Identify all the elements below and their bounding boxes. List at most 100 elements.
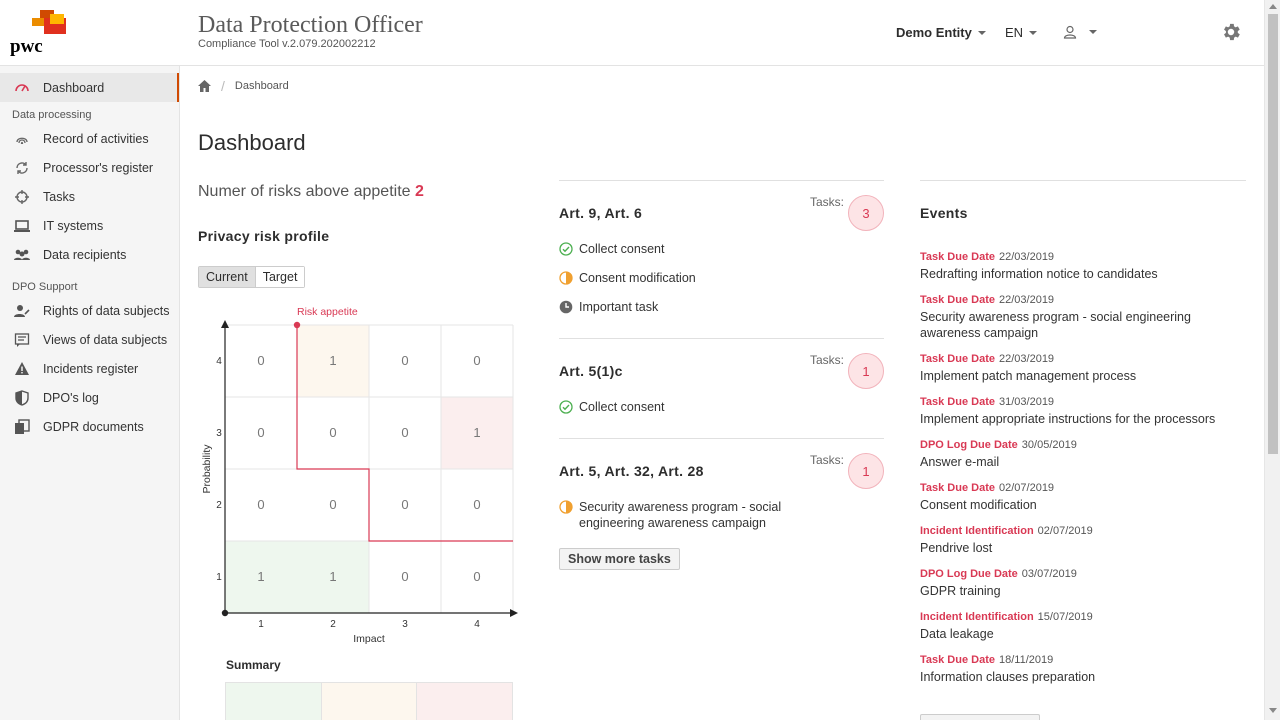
sidebar-item-gdpr-documents[interactable]: GDPR documents xyxy=(0,412,179,441)
sidebar-item-rights-of-data-subjects[interactable]: Rights of data subjects xyxy=(0,296,179,325)
event-type: Task Due Date xyxy=(920,294,995,306)
event-date: 22/03/2019 xyxy=(999,353,1055,365)
task-item[interactable]: Consent modification xyxy=(559,270,884,286)
vertical-scrollbar[interactable] xyxy=(1264,0,1280,720)
sidebar-item-data-recipients[interactable]: Data recipients xyxy=(0,240,179,269)
home-icon[interactable] xyxy=(198,80,211,92)
half-circle-icon xyxy=(559,271,573,285)
show-more-tasks-button[interactable]: Show more tasks xyxy=(559,548,680,570)
sidebar-item-label: Incidents register xyxy=(43,361,139,376)
event-description: GDPR training xyxy=(920,584,1001,598)
sidebar-item-record-of-activities[interactable]: Record of activities xyxy=(0,124,179,153)
sidebar-item-label: Dashboard xyxy=(43,80,105,95)
event-description: Security awareness program - social engi… xyxy=(920,310,1191,340)
task-label: Important task xyxy=(579,300,659,314)
scrollbar-thumb[interactable] xyxy=(1268,14,1278,454)
x-axis-arrow-icon xyxy=(510,609,518,617)
pwc-logo[interactable]: pwc xyxy=(10,10,70,57)
sidebar-section-dpo-support: DPO Support xyxy=(12,281,78,293)
risks-above-appetite: Numer of risks above appetite 2 xyxy=(198,183,424,201)
breadcrumb-current: Dashboard xyxy=(234,80,289,92)
event-item[interactable]: Task Due Date 31/03/2019 Implement approp… xyxy=(920,396,1246,427)
event-item[interactable]: Task Due Date 02/07/2019 Consent modifica… xyxy=(920,482,1246,513)
half-circle-icon xyxy=(559,500,573,514)
risk-matrix: Risk appetite 0 1 0 0 0 0 0 1 0 0 0 0 1 … xyxy=(201,306,518,645)
risks-above-appetite-label: Numer of risks above appetite xyxy=(198,183,411,200)
task-groups: Art. 9, Art. 6 Tasks: 3 Collect consent … xyxy=(559,180,884,570)
sidebar-item-it-systems[interactable]: IT systems xyxy=(0,211,179,240)
task-item[interactable]: Collect consent xyxy=(559,241,884,257)
settings-gear-icon[interactable] xyxy=(1220,21,1242,43)
profile-toggle: Current Target xyxy=(198,266,306,288)
event-type: Incident Identification xyxy=(920,525,1034,537)
event-description: Answer e-mail xyxy=(920,455,1000,469)
show-more-events-button[interactable] xyxy=(920,714,1040,720)
task-label: Collect consent xyxy=(579,400,665,414)
scroll-down-icon[interactable] xyxy=(1269,708,1277,713)
matrix-cell-p2-i4: 0 xyxy=(473,497,480,512)
x-tick: 2 xyxy=(330,619,336,630)
task-item[interactable]: Collect consent xyxy=(559,399,884,415)
matrix-cell-p3-i3: 0 xyxy=(401,425,408,440)
warning-icon xyxy=(12,360,32,378)
event-type: DPO Log Due Date xyxy=(920,568,1018,580)
task-count-badge: 3 xyxy=(848,195,884,231)
event-date: 31/03/2019 xyxy=(999,396,1055,408)
event-date: 18/11/2019 xyxy=(999,654,1054,666)
event-item[interactable]: DPO Log Due Date 03/07/2019 GDPR training xyxy=(920,568,1246,599)
task-item[interactable]: Security awareness program - social engi… xyxy=(559,499,849,531)
x-tick: 1 xyxy=(258,619,264,630)
event-item[interactable]: DPO Log Due Date 30/05/2019 Answer e-mail xyxy=(920,439,1246,470)
event-item[interactable]: Task Due Date 18/11/2019 Information clau… xyxy=(920,654,1246,685)
sidebar-item-dpos-log[interactable]: DPO's log xyxy=(0,383,179,412)
sidebar-item-label: Rights of data subjects xyxy=(43,303,170,318)
fingerprint-icon xyxy=(12,130,32,148)
task-item[interactable]: Important task xyxy=(559,299,884,315)
scroll-up-icon[interactable] xyxy=(1269,4,1277,9)
event-description: Consent modification xyxy=(920,498,1037,512)
page-title: Dashboard xyxy=(198,130,306,155)
x-tick: 3 xyxy=(402,619,408,630)
entity-dropdown[interactable]: Demo Entity xyxy=(896,25,986,40)
sidebar-section-processing: Data processing xyxy=(12,109,92,121)
y-tick: 3 xyxy=(216,428,222,439)
sidebar-item-incidents-register[interactable]: Incidents register xyxy=(0,354,179,383)
toggle-current-button[interactable]: Current xyxy=(199,267,256,287)
toggle-target-button[interactable]: Target xyxy=(255,267,305,287)
shield-icon xyxy=(12,389,32,407)
language-label: EN xyxy=(1005,25,1024,40)
group-icon xyxy=(12,246,32,264)
events-panel: Events Task Due Date 22/03/2019 Redraftin… xyxy=(920,180,1246,720)
sidebar-item-dashboard[interactable]: Dashboard xyxy=(0,73,179,102)
language-dropdown[interactable]: EN xyxy=(1005,25,1038,40)
event-date: 30/05/2019 xyxy=(1021,439,1077,451)
sidebar-item-label: Tasks xyxy=(43,189,75,204)
event-item[interactable]: Task Due Date 22/03/2019 Security awarene… xyxy=(920,294,1246,341)
sidebar-item-tasks[interactable]: Tasks xyxy=(0,182,179,211)
sidebar-item-processors-register[interactable]: Processor's register xyxy=(0,153,179,182)
user-menu[interactable] xyxy=(1063,25,1097,39)
risks-above-appetite-count: 2 xyxy=(415,183,424,200)
task-group: Art. 5, Art. 32, Art. 28 Tasks: 1 Securi… xyxy=(559,438,884,570)
sidebar-item-label: Processor's register xyxy=(43,160,154,175)
event-item[interactable]: Incident Identification 02/07/2019 Pendri… xyxy=(920,525,1246,556)
tasks-label: Tasks: xyxy=(809,453,844,467)
task-count-badge: 1 xyxy=(848,353,884,389)
task-group: Art. 9, Art. 6 Tasks: 3 Collect consent … xyxy=(559,180,884,338)
x-tick: 4 xyxy=(474,619,480,630)
event-item[interactable]: Task Due Date 22/03/2019 Redrafting infor… xyxy=(920,251,1246,282)
event-item[interactable]: Incident Identification 15/07/2019 Data l… xyxy=(920,611,1246,642)
matrix-cell-p2-i2: 0 xyxy=(329,497,336,512)
sidebar-item-label: Record of activities xyxy=(43,131,149,146)
event-type: DPO Log Due Date xyxy=(920,439,1018,451)
user-icon xyxy=(1063,25,1077,39)
documents-icon xyxy=(12,418,32,436)
task-count-badge: 1 xyxy=(848,453,884,489)
matrix-cell-p1-i4: 0 xyxy=(473,569,480,584)
top-header: pwc Data Protection Officer Compliance T… xyxy=(0,0,1264,66)
summary-low xyxy=(226,683,322,720)
event-item[interactable]: Task Due Date 22/03/2019 Implement patch … xyxy=(920,353,1246,384)
sidebar-item-views-of-data-subjects[interactable]: Views of data subjects xyxy=(0,325,179,354)
app-title: Data Protection Officer xyxy=(198,12,423,38)
summary-medium xyxy=(321,683,418,720)
